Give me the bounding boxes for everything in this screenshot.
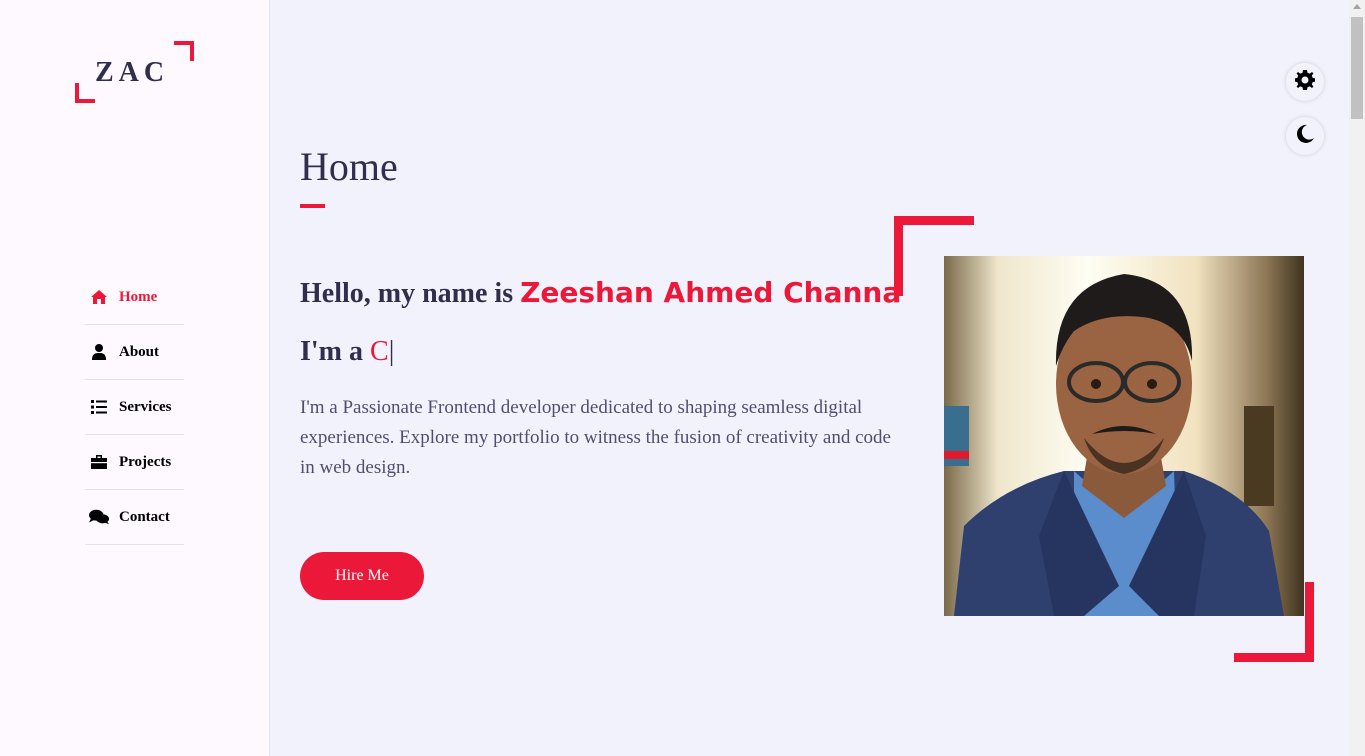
gear-icon [1295,69,1315,95]
user-icon [89,343,109,361]
list-icon [89,398,109,416]
intro-description: I'm a Passionate Frontend developer dedi… [300,397,891,478]
nav-item-label: Home [119,288,158,305]
scroll-up-arrow-icon[interactable] [1353,4,1361,9]
logo-corner-top-right [174,41,194,61]
page-title: Home [300,144,398,189]
theme-toggle-button[interactable] [1285,116,1325,156]
nav-item-label: Projects [119,453,172,470]
logo-corner-bottom-left [75,83,95,103]
nav-item-home[interactable]: Home [85,270,184,325]
nav-item-label: Contact [119,508,170,525]
profession-heading: I'm a C| [300,336,394,368]
home-icon [89,288,109,306]
logo[interactable]: ZAC [75,41,194,103]
nav-item-about[interactable]: About [85,325,184,380]
scroll-thumb[interactable] [1351,17,1363,119]
nav-item-services[interactable]: Services [85,380,184,435]
nav-item-label: About [119,343,160,360]
moon-icon [1295,124,1315,149]
typing-cursor: | [388,336,395,367]
page-scrollbar[interactable] [1349,0,1365,756]
main-nav: Home About Services Projects Contact [85,270,184,545]
owner-name: Zeeshan Ahmed Channa [520,276,902,309]
home-section: Home Hello, my name is Zeeshan Ahmed Cha… [270,0,1349,756]
briefcase-icon [89,453,109,471]
profession-prefix: I'm a [300,336,370,367]
nav-item-label: Services [119,398,172,415]
hello-heading: Hello, my name is Zeeshan Ahmed Channa [300,276,901,310]
logo-text: ZAC [95,57,170,88]
profile-photo-frame [894,216,1314,662]
hire-me-button[interactable]: Hire Me [300,552,424,600]
nav-item-contact[interactable]: Contact [85,490,184,545]
nav-item-projects[interactable]: Projects [85,435,184,490]
hello-prefix: Hello, my name is [300,278,521,309]
comments-icon [89,508,109,526]
profile-photo [944,256,1304,616]
title-underline [300,204,325,208]
typed-text: C [370,336,389,367]
sidebar: ZAC Home About Services Projects Contact [0,0,270,756]
settings-button[interactable] [1285,62,1325,102]
